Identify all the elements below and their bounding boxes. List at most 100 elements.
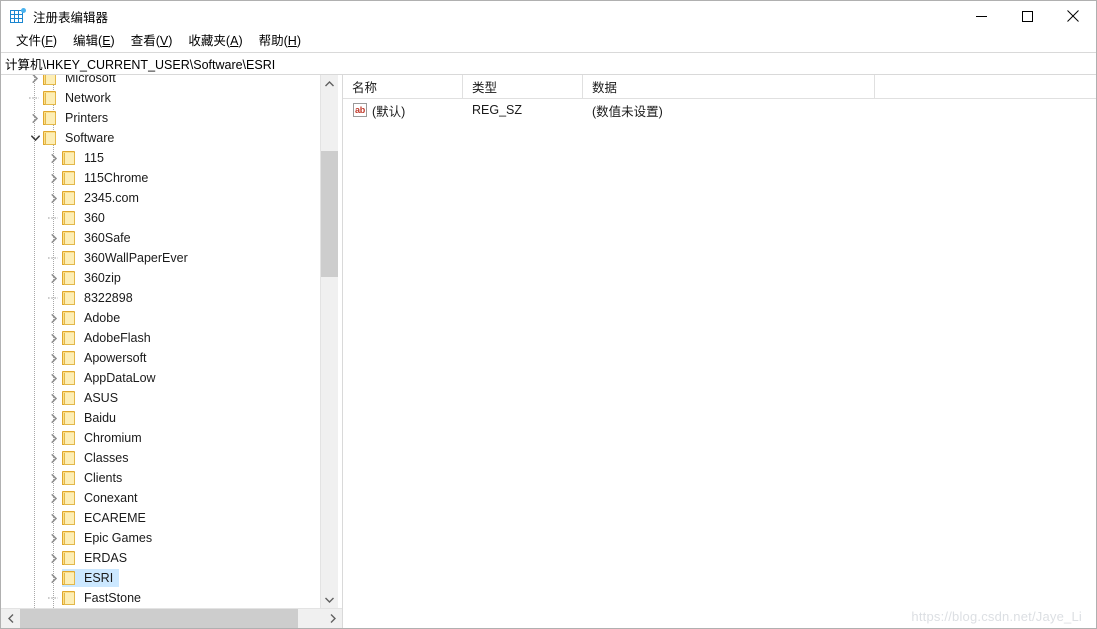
chevron-right-icon[interactable] [27, 109, 43, 127]
tree-node-360wallpaperever[interactable]: 360WallPaperEver [1, 248, 316, 268]
maximize-button[interactable] [1004, 1, 1050, 31]
tree-node-360zip[interactable]: 360zip [1, 268, 316, 288]
tree-horizontal-scrollbar[interactable] [1, 608, 342, 628]
tree-node-conexant[interactable]: Conexant [1, 488, 316, 508]
tree-node-content[interactable]: 115Chrome [62, 169, 154, 187]
tree-node-115chrome[interactable]: 115Chrome [1, 168, 316, 188]
tree-node-adobeflash[interactable]: AdobeFlash [1, 328, 316, 348]
menu-file[interactable]: 文件(F) [8, 32, 65, 51]
tree-node-content[interactable]: Network [43, 89, 117, 107]
chevron-right-icon[interactable] [46, 469, 62, 487]
tree-node-content[interactable]: Software [43, 129, 120, 147]
chevron-right-icon[interactable] [46, 529, 62, 547]
tree-node-apowersoft[interactable]: Apowersoft [1, 348, 316, 368]
tree-node-content[interactable]: ASUS [62, 389, 124, 407]
tree-node-content[interactable]: 360 [62, 209, 111, 227]
chevron-right-icon[interactable] [46, 549, 62, 567]
chevron-right-icon[interactable] [46, 449, 62, 467]
scroll-right-arrow[interactable] [323, 609, 342, 628]
chevron-right-icon[interactable] [27, 75, 43, 87]
tree-node-clients[interactable]: Clients [1, 468, 316, 488]
scroll-left-arrow[interactable] [1, 609, 20, 628]
tree-node-baidu[interactable]: Baidu [1, 408, 316, 428]
chevron-right-icon[interactable] [46, 569, 62, 587]
scroll-up-arrow[interactable] [321, 75, 338, 92]
tree-node-content[interactable]: 360Safe [62, 229, 137, 247]
tree-node-content[interactable]: Classes [62, 449, 134, 467]
tree-node-content[interactable]: Chromium [62, 429, 148, 447]
tree-node-2345-com[interactable]: 2345.com [1, 188, 316, 208]
chevron-right-icon[interactable] [46, 349, 62, 367]
tree-node-erdas[interactable]: ERDAS [1, 548, 316, 568]
value-data-label: (数值未设置) [592, 104, 663, 119]
chevron-right-icon[interactable] [46, 509, 62, 527]
tree-vertical-scrollbar[interactable] [320, 75, 338, 608]
tree-node-software[interactable]: Software [1, 128, 316, 148]
chevron-right-icon[interactable] [46, 489, 62, 507]
chevron-right-icon[interactable] [46, 409, 62, 427]
chevron-right-icon[interactable] [46, 309, 62, 327]
column-header-type[interactable]: 类型 [463, 75, 583, 98]
tree-node-esri[interactable]: ESRI [1, 568, 316, 588]
table-row[interactable]: ab (默认) REG_SZ (数值未设置) [343, 99, 1096, 121]
chevron-right-icon[interactable] [46, 149, 62, 167]
tree-node-content[interactable]: Baidu [62, 409, 122, 427]
menu-favorites[interactable]: 收藏夹(A) [180, 32, 250, 51]
chevron-right-icon[interactable] [46, 189, 62, 207]
tree-node-content[interactable]: ESRI [62, 569, 120, 587]
chevron-right-icon[interactable] [46, 329, 62, 347]
tree-node-content[interactable]: 8322898 [62, 289, 139, 307]
tree-node-content[interactable]: FastStone [62, 589, 147, 607]
tree-node-content[interactable]: Apowersoft [62, 349, 153, 367]
tree-node-chromium[interactable]: Chromium [1, 428, 316, 448]
chevron-down-icon[interactable] [27, 129, 43, 147]
tree-node-epic-games[interactable]: Epic Games [1, 528, 316, 548]
tree-node-content[interactable]: Printers [43, 109, 114, 127]
horizontal-scroll-thumb[interactable] [20, 609, 298, 628]
column-header-name[interactable]: 名称 [343, 75, 463, 98]
horizontal-scroll-track[interactable] [20, 609, 323, 628]
scroll-thumb[interactable] [321, 151, 338, 277]
chevron-right-icon[interactable] [46, 229, 62, 247]
tree-node-content[interactable]: 360WallPaperEver [62, 249, 194, 267]
tree-node-360[interactable]: 360 [1, 208, 316, 228]
tree-node-content[interactable]: Clients [62, 469, 128, 487]
tree-node-appdatalow[interactable]: AppDataLow [1, 368, 316, 388]
column-header-data[interactable]: 数据 [583, 75, 875, 98]
tree-node-content[interactable]: Adobe [62, 309, 126, 327]
tree-node-content[interactable]: ECAREME [62, 509, 152, 527]
chevron-right-icon[interactable] [46, 429, 62, 447]
tree-node-8322898[interactable]: 8322898 [1, 288, 316, 308]
menu-view[interactable]: 查看(V) [123, 32, 181, 51]
tree-node-content[interactable]: AdobeFlash [62, 329, 157, 347]
tree-node-content[interactable]: 2345.com [62, 189, 145, 207]
close-button[interactable] [1050, 1, 1096, 31]
tree-node-content[interactable]: 360zip [62, 269, 127, 287]
tree-node-content[interactable]: 115 [62, 149, 110, 167]
tree-node-content[interactable]: ERDAS [62, 549, 133, 567]
tree-node-asus[interactable]: ASUS [1, 388, 316, 408]
chevron-right-icon[interactable] [46, 169, 62, 187]
tree-node-content[interactable]: Epic Games [62, 529, 158, 547]
tree-node-360safe[interactable]: 360Safe [1, 228, 316, 248]
tree-node-content[interactable]: Conexant [62, 489, 144, 507]
scroll-down-arrow[interactable] [321, 591, 338, 608]
menu-edit[interactable]: 编辑(E) [65, 32, 123, 51]
tree-node-classes[interactable]: Classes [1, 448, 316, 468]
tree-node-content[interactable]: AppDataLow [62, 369, 162, 387]
chevron-right-icon[interactable] [46, 389, 62, 407]
tree-node-content[interactable]: Microsoft [43, 75, 122, 87]
tree-node-printers[interactable]: Printers [1, 108, 316, 128]
tree-node-network[interactable]: Network [1, 88, 316, 108]
tree-node-adobe[interactable]: Adobe [1, 308, 316, 328]
tree-node-ecareme[interactable]: ECAREME [1, 508, 316, 528]
tree-node-faststone[interactable]: FastStone [1, 588, 316, 608]
chevron-right-icon[interactable] [46, 269, 62, 287]
tree-node-label: FastStone [84, 591, 141, 605]
address-bar[interactable]: 计算机\HKEY_CURRENT_USER\Software\ESRI [1, 52, 1096, 75]
chevron-right-icon[interactable] [46, 369, 62, 387]
tree-node-115[interactable]: 115 [1, 148, 316, 168]
tree-node-microsoft[interactable]: Microsoft [1, 75, 316, 88]
minimize-button[interactable] [958, 1, 1004, 31]
menu-help[interactable]: 帮助(H) [251, 32, 309, 51]
